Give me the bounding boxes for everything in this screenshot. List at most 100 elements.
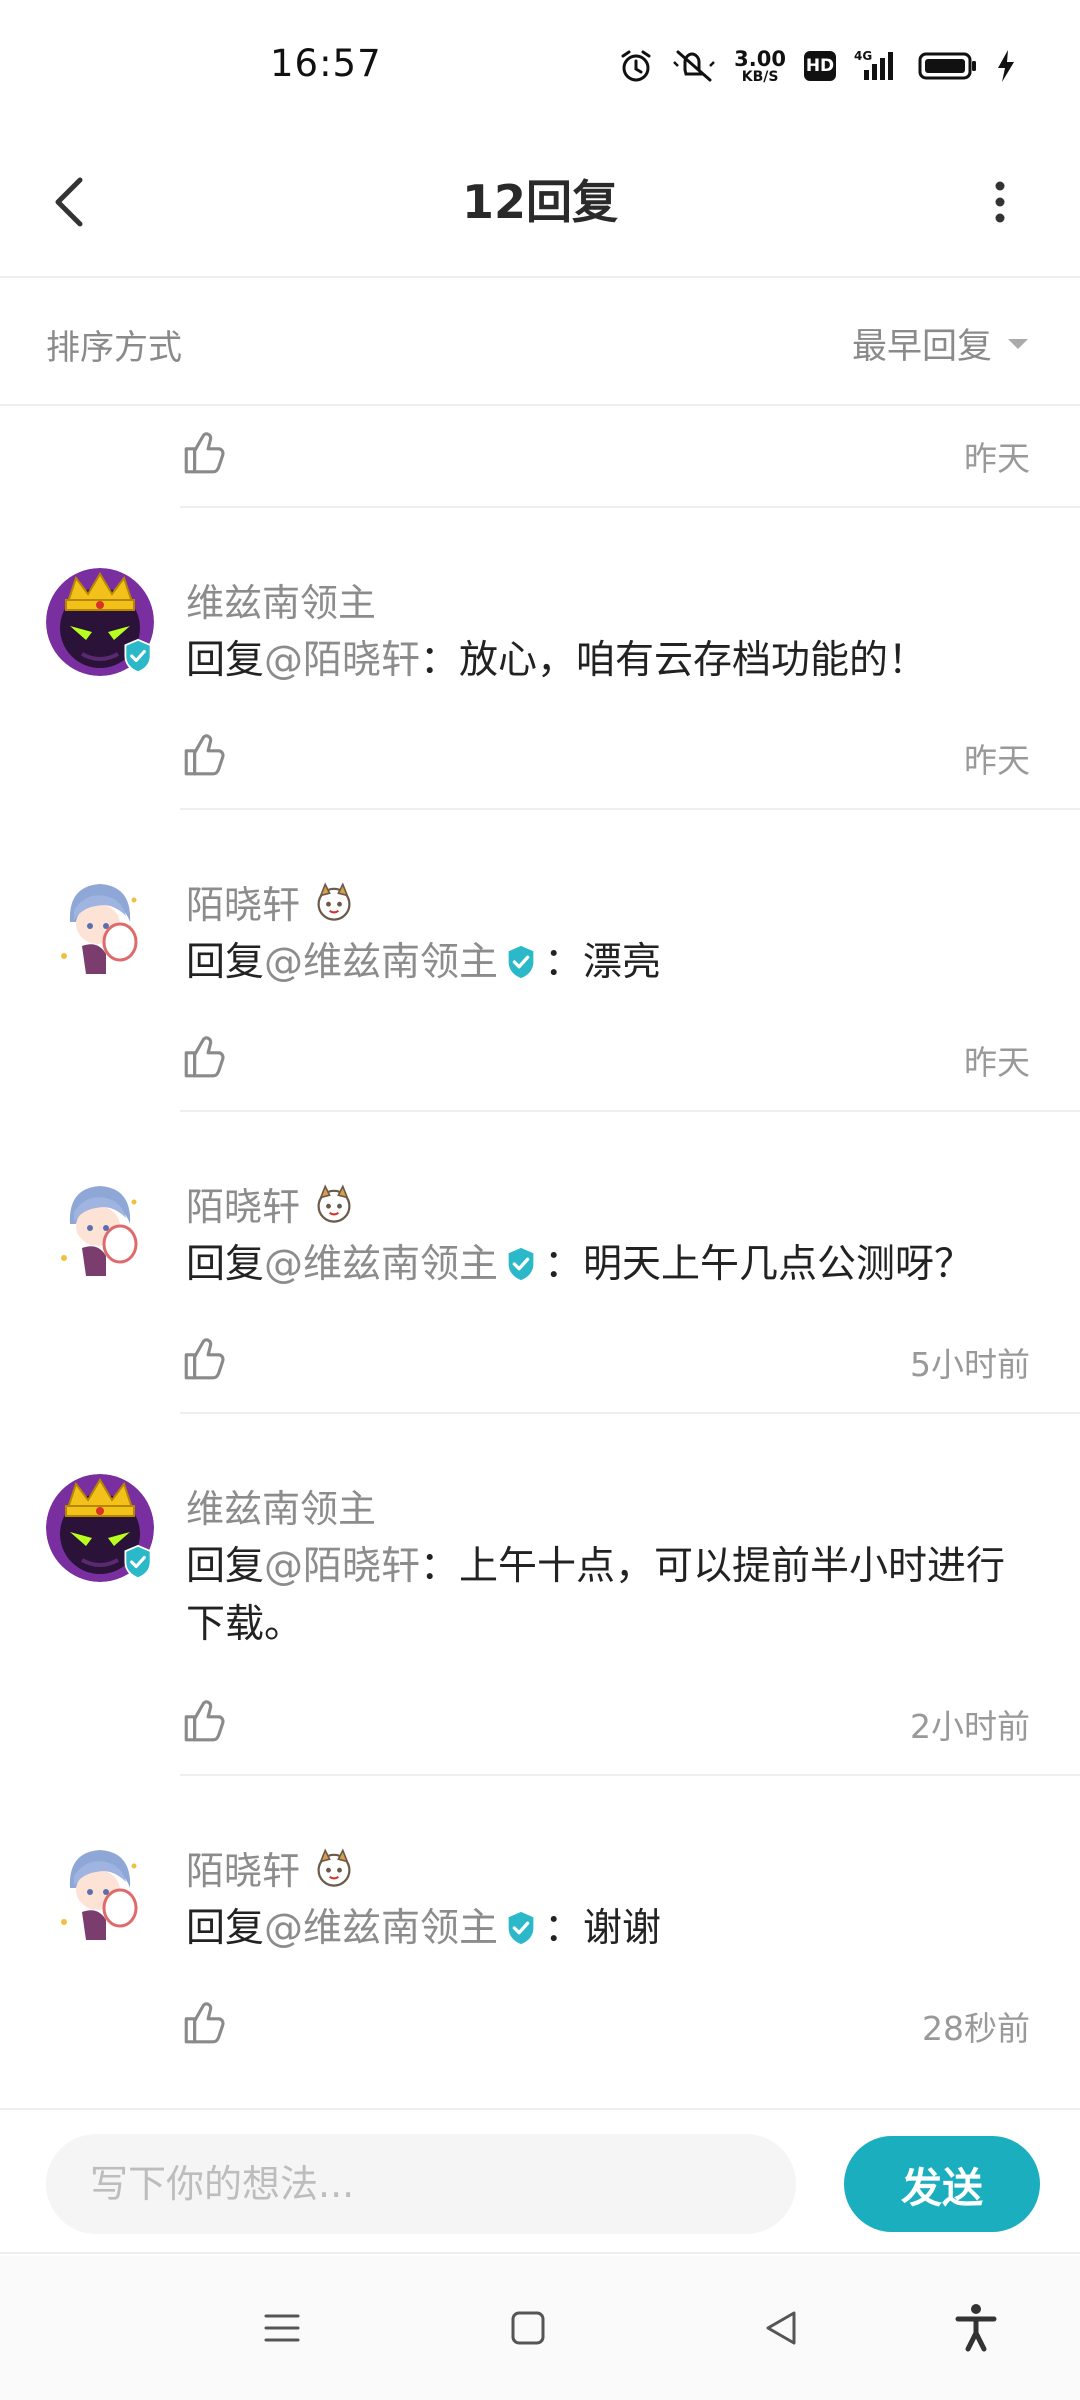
back-triangle-icon [766, 2311, 796, 2345]
net-speed-unit: KB/S [741, 68, 779, 85]
reply-item: 昨天 [0, 408, 1080, 508]
avatar[interactable] [46, 870, 154, 978]
like-button[interactable] [180, 1696, 230, 1746]
reply-mention[interactable]: @维兹南领主 [264, 1906, 498, 1951]
reply-mention[interactable]: @陌晓轩 [264, 1544, 420, 1589]
reply-prefix: 回复 [186, 1544, 265, 1589]
reply-time: 28秒前 [922, 2009, 1030, 2048]
author-row: 陌晓轩 [186, 874, 356, 929]
avatar-anime-image [46, 870, 154, 978]
home-square-icon [511, 2311, 545, 2345]
reply-text: 回复@维兹南领主 ：漂亮 [186, 934, 1030, 992]
reply-item: 维兹南领主 回复@陌晓轩：上午十点，可以提前半小时进行下载。 2小时前 [0, 1414, 1080, 1776]
sticker-badge-icon [312, 880, 356, 924]
comment-input[interactable] [46, 2134, 796, 2234]
reply-list[interactable]: 昨天 维兹南领主 回复@陌晓轩：放心，咱有云存档功能的！ 昨天 陌晓轩 回复@维… [0, 408, 1080, 2110]
reply-time: 昨天 [964, 439, 1030, 478]
verified-badge-icon [120, 638, 156, 674]
send-button[interactable]: 发送 [844, 2136, 1040, 2232]
sort-row: 排序方式 最早回复 [0, 280, 1080, 406]
like-button[interactable] [180, 730, 230, 780]
author-name[interactable]: 维兹南领主 [186, 572, 376, 627]
signal-label: 4G [854, 49, 872, 63]
avatar-anime-image [46, 1836, 154, 1944]
charging-icon [996, 46, 1016, 86]
thumbs-up-icon [180, 1696, 230, 1746]
reply-item: 维兹南领主 回复@陌晓轩：放心，咱有云存档功能的！ 昨天 [0, 508, 1080, 810]
like-button[interactable] [180, 1334, 230, 1384]
thumbs-up-icon [180, 730, 230, 780]
reply-prefix: 回复 [186, 638, 265, 683]
avatar[interactable] [46, 1836, 154, 1944]
reply-time: 2小时前 [910, 1707, 1030, 1746]
reply-body: ：谢谢 [544, 1906, 662, 1951]
reply-item: 陌晓轩 回复@维兹南领主 ：明天上午几点公测呀？ 5小时前 [0, 1112, 1080, 1414]
author-row: 陌晓轩 [186, 1840, 356, 1895]
menu-button[interactable] [252, 2298, 312, 2358]
reply-prefix: 回复 [186, 1906, 265, 1951]
accessibility-button[interactable] [946, 2298, 1006, 2358]
verified-badge-icon [502, 943, 540, 981]
thumbs-up-icon [180, 1334, 230, 1384]
battery-icon [918, 46, 978, 86]
reply-item: 陌晓轩 回复@维兹南领主 ：谢谢 28秒前 [0, 1776, 1080, 2078]
thumbs-up-icon [180, 1032, 230, 1082]
reply-time: 5小时前 [910, 1345, 1030, 1384]
home-button[interactable] [498, 2298, 558, 2358]
sort-label: 排序方式 [46, 328, 182, 368]
mute-icon [672, 46, 716, 86]
avatar[interactable] [46, 1474, 154, 1582]
status-icons: 3.00 KB/S HD 4G [618, 44, 1016, 88]
verified-badge-icon [502, 1909, 540, 1947]
composer-bar: 发送 [0, 2108, 1080, 2254]
author-row: 维兹南领主 [186, 1478, 376, 1533]
alarm-icon [618, 46, 654, 86]
thumbs-up-icon [180, 428, 230, 478]
caret-down-icon [1008, 338, 1028, 349]
reply-text: 回复@陌晓轩：上午十点，可以提前半小时进行下载。 [186, 1538, 1030, 1654]
sort-value: 最早回复 [851, 327, 992, 367]
avatar-anime-image [46, 1172, 154, 1280]
reply-body: ：明天上午几点公测呀？ [544, 1242, 974, 1287]
accessibility-icon [955, 2304, 997, 2352]
reply-prefix: 回复 [186, 940, 265, 985]
avatar[interactable] [46, 568, 154, 676]
like-button[interactable] [180, 1998, 230, 2048]
author-row: 陌晓轩 [186, 1176, 356, 1231]
reply-mention[interactable]: @陌晓轩 [264, 638, 420, 683]
reply-item: 陌晓轩 回复@维兹南领主 ：漂亮 昨天 [0, 810, 1080, 1112]
reply-text: 回复@陌晓轩：放心，咱有云存档功能的！ [186, 632, 1030, 690]
avatar[interactable] [46, 1172, 154, 1280]
author-name[interactable]: 维兹南领主 [186, 1478, 376, 1533]
like-button[interactable] [180, 428, 230, 478]
more-button[interactable] [960, 162, 1040, 242]
page-title: 12回复 [461, 175, 618, 229]
more-vertical-icon [995, 181, 1005, 223]
back-nav-button[interactable] [752, 2298, 812, 2358]
reply-mention[interactable]: @维兹南领主 [264, 1242, 498, 1287]
verified-badge-icon [120, 1544, 156, 1580]
reply-mention[interactable]: @维兹南领主 [264, 940, 498, 985]
like-button[interactable] [180, 1032, 230, 1082]
header: 12回复 [0, 132, 1080, 278]
reply-time: 昨天 [964, 1043, 1030, 1082]
system-nav-bar [0, 2256, 1080, 2400]
verified-badge-icon [502, 1245, 540, 1283]
author-name[interactable]: 陌晓轩 [186, 874, 300, 929]
author-name[interactable]: 陌晓轩 [186, 1176, 300, 1231]
author-row: 维兹南领主 [186, 572, 376, 627]
signal-icon: 4G [854, 46, 900, 86]
sticker-badge-icon [312, 1182, 356, 1226]
menu-icon [264, 2314, 300, 2342]
reply-text: 回复@维兹南领主 ：谢谢 [186, 1900, 1030, 1958]
status-bar: 16:57 3.00 KB/S HD 4G [0, 0, 1080, 132]
status-time: 16:57 [270, 42, 382, 85]
reply-prefix: 回复 [186, 1242, 265, 1287]
net-speed-indicator: 3.00 KB/S [734, 46, 786, 86]
author-name[interactable]: 陌晓轩 [186, 1840, 300, 1895]
net-speed-value: 3.00 [734, 46, 786, 71]
sticker-badge-icon [312, 1846, 356, 1890]
reply-text: 回复@维兹南领主 ：明天上午几点公测呀？ [186, 1236, 1030, 1294]
reply-time: 昨天 [964, 741, 1030, 780]
sort-dropdown[interactable]: 最早回复 [852, 318, 1030, 369]
